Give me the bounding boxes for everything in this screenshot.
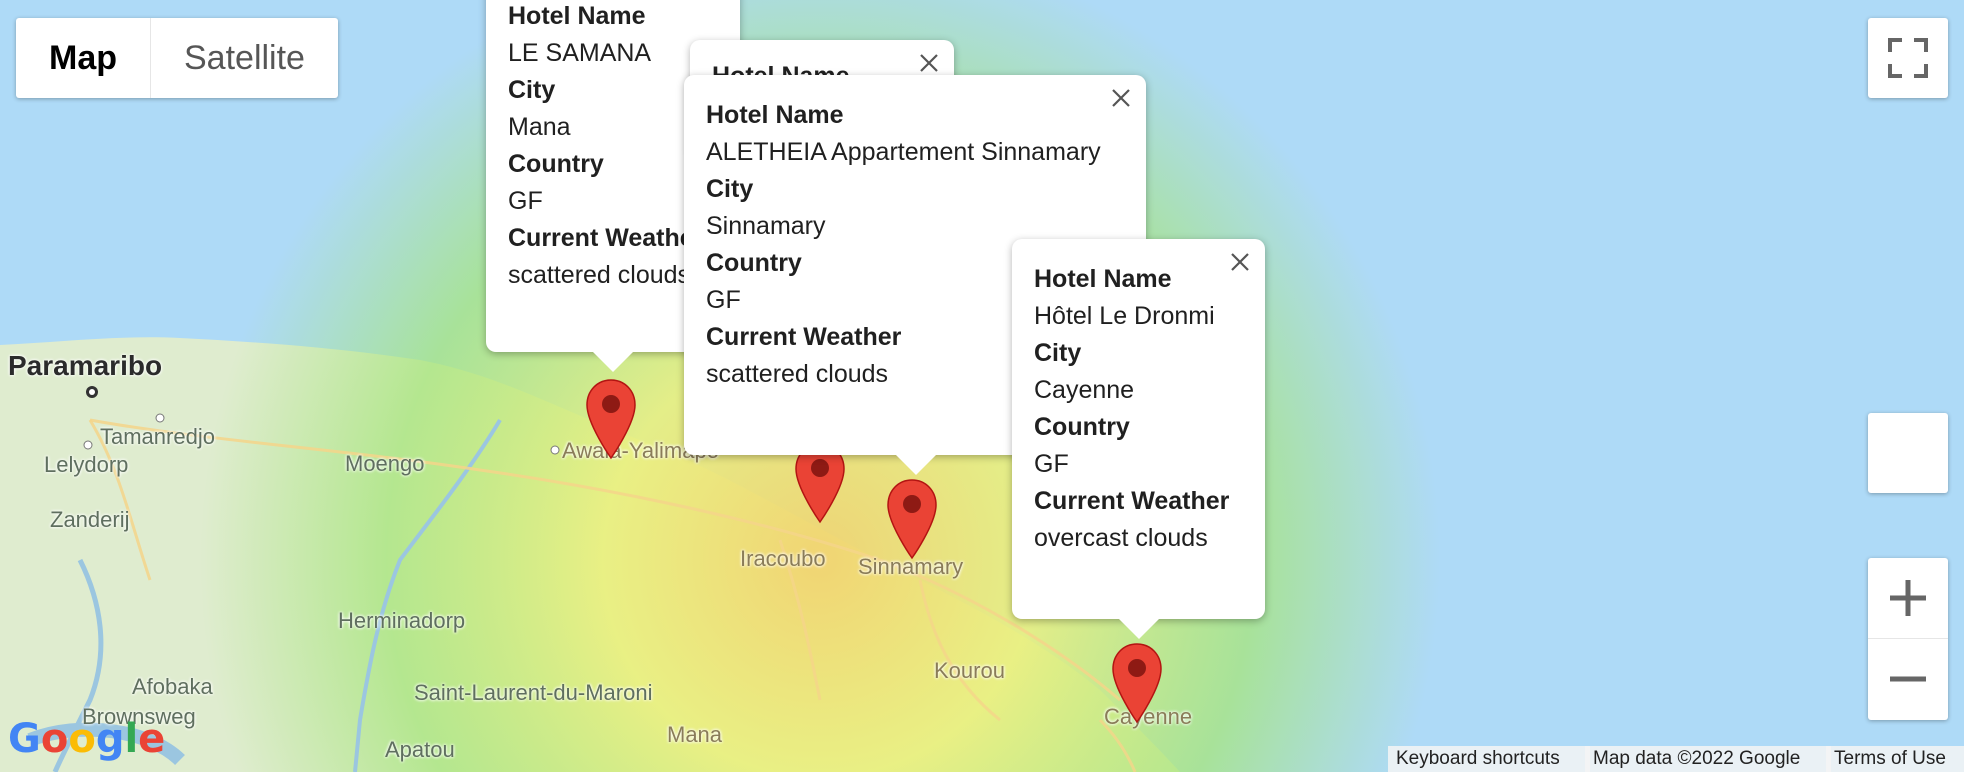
- map-pin-icon[interactable]: [886, 478, 938, 560]
- hotel-name-value: LE SAMANA: [508, 39, 652, 67]
- map-pin-icon[interactable]: [585, 378, 637, 460]
- close-icon[interactable]: [1110, 87, 1132, 109]
- place-label: Zanderij: [50, 507, 130, 532]
- minus-icon: [1890, 676, 1926, 682]
- info-window-tail: [896, 455, 936, 475]
- place-label: Paramaribo: [8, 350, 163, 381]
- place-label: Moengo: [345, 451, 425, 476]
- place-label: Herminadorp: [338, 608, 466, 633]
- weather-value: overcast clouds: [1034, 524, 1208, 552]
- info-window-tail: [1118, 619, 1159, 639]
- info-window: Hotel Name Hôtel Le Dronmi City Cayenne …: [1012, 239, 1265, 639]
- plus-icon: [1890, 580, 1926, 616]
- hotel-name-value: ALETHEIA Appartement Sinnamary: [706, 138, 1101, 166]
- map-type-map-button[interactable]: Map: [16, 18, 151, 98]
- info-window-tail: [593, 352, 633, 372]
- weather-label: Current Weather: [1034, 487, 1230, 515]
- close-icon[interactable]: [918, 52, 940, 74]
- map-pin-icon[interactable]: [1111, 642, 1163, 724]
- hotel-name-label: Hotel Name: [508, 2, 646, 30]
- close-icon[interactable]: [1229, 251, 1251, 273]
- map-data-attribution: Map data ©2022 Google: [1585, 746, 1831, 772]
- place-label: Kourou: [934, 658, 1005, 683]
- city-label: City: [706, 175, 754, 203]
- map-type-satellite-button[interactable]: Satellite: [151, 18, 338, 98]
- fullscreen-button[interactable]: [1868, 18, 1948, 98]
- zoom-in-button[interactable]: [1868, 558, 1948, 639]
- hotel-name-label: Hotel Name: [1034, 265, 1172, 293]
- place-label: Iracoubo: [740, 546, 826, 571]
- street-view-button[interactable]: [1868, 413, 1948, 493]
- place-label: Tamanredjo: [100, 424, 215, 449]
- hotel-name-value: Hôtel Le Dronmi: [1034, 302, 1215, 330]
- country-value: GF: [1034, 450, 1069, 478]
- place-label: Mana: [667, 722, 723, 747]
- terms-of-use-link[interactable]: Terms of Use: [1826, 746, 1964, 772]
- map-type-control: Map Satellite: [16, 18, 338, 98]
- city-label: City: [1034, 339, 1082, 367]
- zoom-control: [1868, 558, 1948, 720]
- zoom-out-button[interactable]: [1868, 639, 1948, 719]
- keyboard-shortcuts-link[interactable]: Keyboard shortcuts: [1388, 746, 1590, 772]
- city-value: Cayenne: [1034, 376, 1135, 404]
- hotel-name-label: Hotel Name: [706, 101, 844, 129]
- place-label: Apatou: [385, 737, 455, 762]
- fullscreen-icon: [1888, 38, 1928, 78]
- place-label: Saint-Laurent-du-Maroni: [414, 680, 653, 705]
- place-label: Afobaka: [132, 674, 213, 699]
- google-logo: Google: [8, 716, 166, 762]
- country-label: Country: [1034, 413, 1130, 441]
- place-label: Lelydorp: [44, 452, 129, 477]
